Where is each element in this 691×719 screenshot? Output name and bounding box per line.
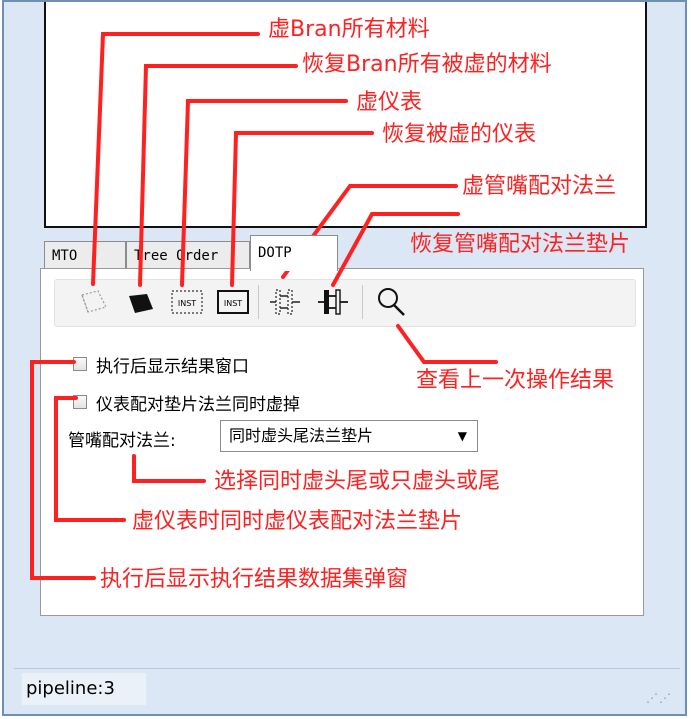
annotation-restore-all-materials: 恢复Bran所有被虚的材料 — [302, 52, 552, 77]
annotation-view-last-result: 查看上一次操作结果 — [416, 368, 615, 393]
annotation-restore-instrument: 恢复被虚的仪表 — [382, 122, 537, 147]
annotation-dim-nozzle-flange: 虚管嘴配对法兰 — [462, 174, 617, 199]
annotation-show-dataset-popup: 执行后显示执行结果数据集弹窗 — [100, 567, 409, 592]
annotation-select-head-tail: 选择同时虚头尾或只虚头或尾 — [214, 469, 501, 494]
annotation-dim-instrument: 虚仪表 — [356, 90, 423, 115]
annotation-line — [30, 360, 96, 580]
annotation-line — [54, 396, 126, 522]
tab-dotp[interactable]: DOTP — [250, 235, 338, 271]
annotation-line — [132, 454, 206, 483]
annotation-line — [396, 324, 498, 364]
annotation-dim-instrument-flange: 虚仪表时同时虚仪表配对法兰垫片 — [132, 509, 463, 534]
annotation-restore-nozzle-flange: 恢复管嘴配对法兰垫片 — [410, 232, 631, 257]
annotation-lines — [30, 32, 498, 580]
annotation-dim-all-materials: 虚Bran所有材料 — [268, 17, 430, 42]
